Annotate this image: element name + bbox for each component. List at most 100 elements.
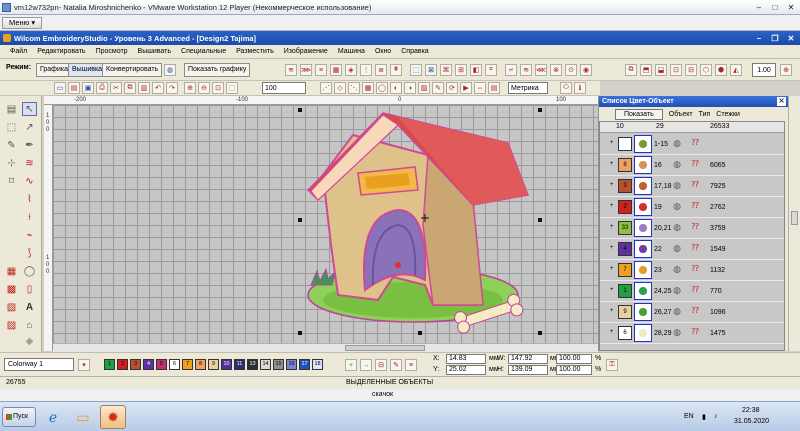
show-needle-icon[interactable]: ⋱ <box>348 82 360 94</box>
color-swatch[interactable]: 4 <box>618 242 632 256</box>
stitch-tool-3-icon[interactable]: ≡ <box>315 64 327 76</box>
fill-tool-1-icon[interactable]: ⩫ <box>505 64 517 76</box>
explorer-icon[interactable]: ▭ <box>70 405 96 429</box>
color-object-row[interactable]: +33 20,21 ◍ ⁇ 3759 <box>600 218 784 239</box>
cut-icon[interactable]: ✂ <box>110 82 122 94</box>
object-thumbnail[interactable] <box>634 177 652 195</box>
colorway-select[interactable]: Colorway 1 <box>4 358 74 371</box>
menu-file[interactable]: Файл <box>10 48 27 55</box>
clock-date[interactable]: 31.05.2020 <box>734 418 769 425</box>
save-icon[interactable]: ▣ <box>82 82 94 94</box>
undo-icon[interactable]: ↶ <box>152 82 164 94</box>
expand-icon[interactable]: + <box>610 266 615 272</box>
fill-tool-4-icon[interactable]: ⊗ <box>550 64 562 76</box>
show-3d-icon[interactable]: ◑ <box>404 82 416 94</box>
scale-input[interactable]: 1.00 <box>752 63 776 77</box>
color-object-row[interactable]: +1-15 ◍ ⁇ <box>600 134 784 155</box>
palette-color-swatch[interactable]: 7 <box>182 359 193 370</box>
color-object-row[interactable]: +1 24,25 ◍ ⁇ 770 <box>600 281 784 302</box>
thread-chart-icon[interactable]: ≡ <box>405 359 417 371</box>
menu-help[interactable]: Справка <box>401 48 428 55</box>
scale-apply-icon[interactable]: ⊕ <box>780 64 792 76</box>
zoom-in-icon[interactable]: ⊕ <box>184 82 196 94</box>
arrange-tool-4-icon[interactable]: ⊡ <box>670 64 682 76</box>
fill-tool-6-icon[interactable]: ◉ <box>580 64 592 76</box>
menu-view[interactable]: Просмотр <box>96 48 128 55</box>
app-restore-icon[interactable]: ❐ <box>768 32 782 44</box>
turning-fill-icon[interactable]: ⟆ <box>22 246 37 260</box>
stitch-tool-6-icon[interactable]: ⋮ <box>360 64 372 76</box>
measure-icon[interactable]: ⇔ <box>474 82 486 94</box>
menu-arrange[interactable]: Разместить <box>236 48 274 55</box>
object-thumbnail[interactable] <box>634 261 652 279</box>
outline-tool-3-icon[interactable]: ⌘ <box>440 64 452 76</box>
outline-tool-5-icon[interactable]: ◧ <box>470 64 482 76</box>
maximize-icon[interactable]: □ <box>768 1 782 13</box>
redo-icon[interactable]: ↷ <box>166 82 178 94</box>
arrange-tool-1-icon[interactable]: ⧉ <box>625 64 637 76</box>
expand-icon[interactable]: + <box>610 245 615 251</box>
expand-icon[interactable]: + <box>610 161 615 167</box>
palette-color-swatch[interactable]: 5 <box>156 359 167 370</box>
color-object-row[interactable]: +7 23 ◍ ⁇ 1132 <box>600 260 784 281</box>
color-swatch[interactable]: 8 <box>618 158 632 172</box>
color-swatch[interactable]: 7 <box>618 263 632 277</box>
volume-icon[interactable]: ♪ <box>714 413 718 420</box>
hoop-icon[interactable]: ⬭ <box>560 82 572 94</box>
app-minimize-icon[interactable]: – <box>752 32 766 44</box>
realistic-view-icon[interactable]: ◐ <box>390 82 402 94</box>
pen-icon[interactable]: ✒ <box>22 138 37 152</box>
palette-color-swatch[interactable]: 2 <box>117 359 128 370</box>
ie-icon[interactable]: ℯ <box>40 405 66 429</box>
object-thumbnail[interactable] <box>634 303 652 321</box>
fill-tool-3-icon[interactable]: ⋘ <box>535 64 547 76</box>
palette-color-swatch[interactable]: 17 <box>299 359 310 370</box>
expand-icon[interactable]: + <box>610 203 615 209</box>
show-stitches-icon[interactable]: ⋰ <box>320 82 332 94</box>
palette-color-swatch[interactable]: 15 <box>273 359 284 370</box>
menu-machine[interactable]: Машина <box>338 48 365 55</box>
clock-time[interactable]: 22:38 <box>742 407 760 414</box>
reshape-icon[interactable]: ⬚ <box>4 120 19 134</box>
mode-embroidery-button[interactable]: Вышивка <box>68 63 107 77</box>
monogram-icon[interactable]: ⌂ <box>22 318 37 332</box>
object-thumbnail[interactable] <box>634 135 652 153</box>
width-input[interactable]: 147.92 <box>508 354 548 364</box>
stitch-player-icon[interactable]: ▶ <box>460 82 472 94</box>
palette-color-swatch[interactable]: 6 <box>169 359 180 370</box>
print-icon[interactable]: ⎙ <box>96 82 108 94</box>
start-button[interactable]: Пуск <box>2 407 36 427</box>
paste-icon[interactable]: ▥ <box>138 82 150 94</box>
knife-icon[interactable]: ✎ <box>4 138 19 152</box>
show-outlines-icon[interactable]: ◇ <box>334 82 346 94</box>
expand-icon[interactable]: + <box>610 140 615 146</box>
show-button[interactable]: Показать <box>615 108 663 120</box>
arrange-tool-3-icon[interactable]: ⬓ <box>655 64 667 76</box>
menu-window[interactable]: Окно <box>375 48 391 55</box>
column-b-icon[interactable]: ⟊ <box>22 210 37 224</box>
outline-tool-6-icon[interactable]: ⌗ <box>485 64 497 76</box>
panel-scrollbar[interactable] <box>788 96 800 351</box>
scroll-thumb[interactable] <box>345 345 425 351</box>
palette-color-swatch[interactable]: 16 <box>286 359 297 370</box>
palette-color-swatch[interactable]: 18 <box>312 359 323 370</box>
show-vector-icon[interactable]: ✎ <box>432 82 444 94</box>
arrange-tool-6-icon[interactable]: ⬡ <box>700 64 712 76</box>
panel-scroll-thumb[interactable] <box>791 211 798 225</box>
color-swatch[interactable]: 33 <box>618 221 632 235</box>
units-select[interactable]: Метрика <box>508 82 548 94</box>
zoom-box-icon[interactable]: ⬚ <box>226 82 238 94</box>
x-input[interactable]: 14.83 <box>446 354 486 364</box>
open-file-icon[interactable]: ▤ <box>68 82 80 94</box>
run-stitch-icon[interactable]: ∿ <box>22 174 37 188</box>
new-file-icon[interactable]: ▭ <box>54 82 66 94</box>
scale-x-input[interactable]: 100.00 <box>556 354 592 364</box>
zoom-select[interactable]: 100 <box>262 82 306 94</box>
expand-icon[interactable]: + <box>610 308 615 314</box>
column-a-icon[interactable]: ⌇ <box>22 192 37 206</box>
network-icon[interactable]: ▮ <box>702 413 706 421</box>
stitch-tool-5-icon[interactable]: ◈ <box>345 64 357 76</box>
motif-icon[interactable]: ▧ <box>4 300 19 314</box>
color-object-row[interactable]: +9 26,27 ◍ ⁇ 1096 <box>600 302 784 323</box>
height-input[interactable]: 139.09 <box>508 365 548 375</box>
